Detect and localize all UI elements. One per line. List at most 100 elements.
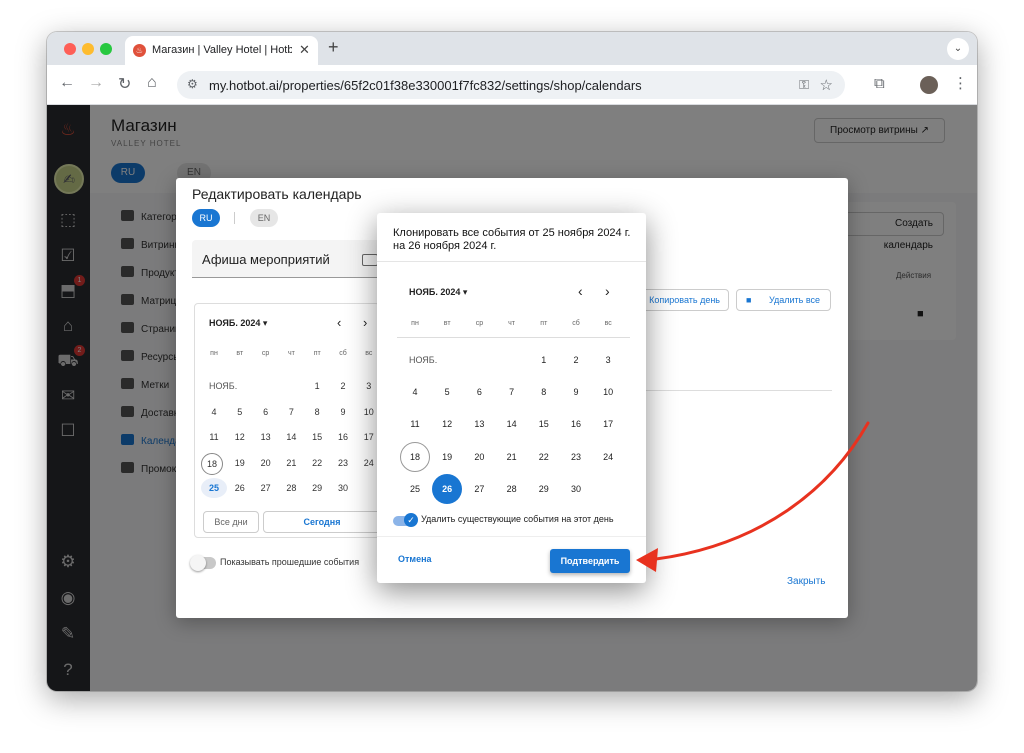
translate-icon[interactable]	[362, 254, 378, 266]
forward-icon[interactable]: →	[88, 74, 104, 92]
calendar-day-21[interactable]: 21	[278, 453, 304, 473]
calendar-day-14[interactable]: 14	[497, 409, 527, 439]
close-window-button[interactable]	[64, 43, 76, 55]
url-text: my.hotbot.ai/properties/65f2c01f38e33000…	[209, 78, 642, 93]
calendar-day-23[interactable]: 23	[561, 442, 591, 472]
site-info-icon[interactable]: ⚙	[187, 77, 198, 91]
weekday-label: пт	[313, 350, 321, 357]
calendar-day-22[interactable]: 22	[304, 453, 330, 473]
browser-toolbar: ← → ↻ ⌂ ⚙ my.hotbot.ai/properties/65f2c0…	[47, 65, 977, 105]
home-icon[interactable]: ⌂	[147, 74, 157, 92]
delete-all-button[interactable]: ■ Удалить все	[736, 289, 831, 311]
events-divider	[616, 390, 832, 391]
calendar-day-9[interactable]: 9	[561, 377, 591, 407]
calendar-day-21[interactable]: 21	[497, 442, 527, 472]
password-key-icon[interactable]: ⚿	[799, 77, 809, 93]
edit-calendar-month-selector[interactable]: НОЯБ. 2024 ▾	[209, 318, 267, 329]
calendar-day-16[interactable]: 16	[561, 409, 591, 439]
calendar-day-12[interactable]: 12	[432, 409, 462, 439]
calendar-day-14[interactable]: 14	[278, 427, 304, 447]
today-button[interactable]: Сегодня	[263, 511, 381, 533]
calendar-day-11[interactable]: 11	[201, 427, 227, 447]
calendar-name-field[interactable]: Афиша мероприятий	[192, 240, 384, 278]
tab-close-icon[interactable]: ✕	[299, 42, 310, 58]
calendar-day-28[interactable]: 28	[278, 478, 304, 498]
clone-calendar-next-month-icon[interactable]: ›	[605, 283, 610, 299]
edit-lang-tab-en[interactable]: EN	[250, 209, 278, 227]
clone-calendar-month-selector[interactable]: НОЯБ. 2024 ▾	[409, 287, 467, 298]
calendar-day-16[interactable]: 16	[330, 427, 356, 447]
back-icon[interactable]: ←	[59, 74, 75, 92]
calendar-day-1[interactable]: 1	[304, 376, 330, 396]
calendar-day-8[interactable]: 8	[304, 402, 330, 422]
calendar-day-17[interactable]: 17	[593, 409, 623, 439]
calendar-day-30[interactable]: 30	[561, 474, 591, 504]
calendar-day-4[interactable]: 4	[201, 402, 227, 422]
calendar-day-27[interactable]: 27	[464, 474, 494, 504]
edit-calendar-prev-month-icon[interactable]: ‹	[337, 315, 341, 330]
new-tab-icon[interactable]: +	[328, 37, 339, 58]
calendar-day-7[interactable]: 7	[497, 377, 527, 407]
calendar-day-25[interactable]: 25	[201, 478, 227, 498]
calendar-day-2[interactable]: 2	[561, 345, 591, 375]
calendar-day-20[interactable]: 20	[464, 442, 494, 472]
calendar-day-12[interactable]: 12	[227, 427, 253, 447]
calendar-day-19[interactable]: 19	[432, 442, 462, 472]
calendar-day-5[interactable]: 5	[432, 377, 462, 407]
minimize-window-button[interactable]	[82, 43, 94, 55]
confirm-button[interactable]: Подтвердить	[550, 549, 630, 573]
calendar-day-22[interactable]: 22	[529, 442, 559, 472]
address-bar[interactable]: ⚙ my.hotbot.ai/properties/65f2c01f38e330…	[177, 71, 845, 99]
calendar-day-2[interactable]: 2	[330, 376, 356, 396]
calendar-day-15[interactable]: 15	[304, 427, 330, 447]
calendar-day-26[interactable]: 26	[432, 473, 463, 504]
calendar-day-28[interactable]: 28	[497, 474, 527, 504]
calendar-day-23[interactable]: 23	[330, 453, 356, 473]
calendar-day-11[interactable]: 11	[400, 409, 430, 439]
calendar-day-5[interactable]: 5	[227, 402, 253, 422]
clone-events-dialog: Клонировать все события от 25 ноября 202…	[377, 213, 646, 583]
calendar-day-7[interactable]: 7	[278, 402, 304, 422]
copy-day-button[interactable]: Копировать день	[636, 289, 729, 311]
bookmark-star-icon[interactable]: ☆	[820, 76, 833, 94]
all-days-button[interactable]: Все дни	[203, 511, 259, 533]
weekday-label: вт	[443, 320, 451, 327]
calendar-day-6[interactable]: 6	[253, 402, 279, 422]
calendar-day-18[interactable]: 18	[201, 452, 223, 475]
browser-window: ♨ Магазин | Valley Hotel | Hotbot ✕ + ⌄ …	[47, 32, 977, 691]
edit-lang-tab-ru[interactable]: RU	[192, 209, 220, 227]
calendar-day-30[interactable]: 30	[330, 478, 356, 498]
cancel-button[interactable]: Отмена	[398, 554, 432, 564]
tab-search-icon[interactable]: ⌄	[947, 38, 969, 60]
calendar-day-24[interactable]: 24	[593, 442, 623, 472]
calendar-day-10[interactable]: 10	[593, 377, 623, 407]
profile-avatar[interactable]	[920, 76, 938, 94]
calendar-day-15[interactable]: 15	[529, 409, 559, 439]
calendar-day-25[interactable]: 25	[400, 474, 430, 504]
calendar-day-8[interactable]: 8	[529, 377, 559, 407]
calendar-day-27[interactable]: 27	[253, 478, 279, 498]
calendar-day-26[interactable]: 26	[227, 478, 253, 498]
calendar-day-29[interactable]: 29	[304, 478, 330, 498]
close-dialog-button[interactable]: Закрыть	[787, 576, 826, 587]
maximize-window-button[interactable]	[100, 43, 112, 55]
calendar-day-13[interactable]: 13	[253, 427, 279, 447]
calendar-day-18[interactable]: 18	[400, 441, 430, 472]
browser-tab[interactable]: ♨ Магазин | Valley Hotel | Hotbot ✕	[125, 36, 318, 65]
delete-existing-checkbox[interactable]: ✓	[404, 513, 418, 527]
calendar-day-29[interactable]: 29	[529, 474, 559, 504]
edit-calendar-next-month-icon[interactable]: ›	[363, 315, 367, 330]
calendar-day-4[interactable]: 4	[400, 377, 430, 407]
calendar-day-3[interactable]: 3	[593, 345, 623, 375]
calendar-day-1[interactable]: 1	[529, 345, 559, 375]
calendar-day-9[interactable]: 9	[330, 402, 356, 422]
clone-calendar-prev-month-icon[interactable]: ‹	[578, 283, 583, 299]
show-past-events-toggle[interactable]	[190, 555, 216, 571]
calendar-day-19[interactable]: 19	[227, 453, 253, 473]
browser-menu-icon[interactable]: ⋮	[953, 74, 968, 92]
calendar-day-20[interactable]: 20	[253, 453, 279, 473]
extensions-icon[interactable]: ⧉	[874, 75, 885, 92]
reload-icon[interactable]: ↻	[118, 74, 131, 94]
calendar-day-6[interactable]: 6	[464, 377, 494, 407]
calendar-day-13[interactable]: 13	[464, 409, 494, 439]
